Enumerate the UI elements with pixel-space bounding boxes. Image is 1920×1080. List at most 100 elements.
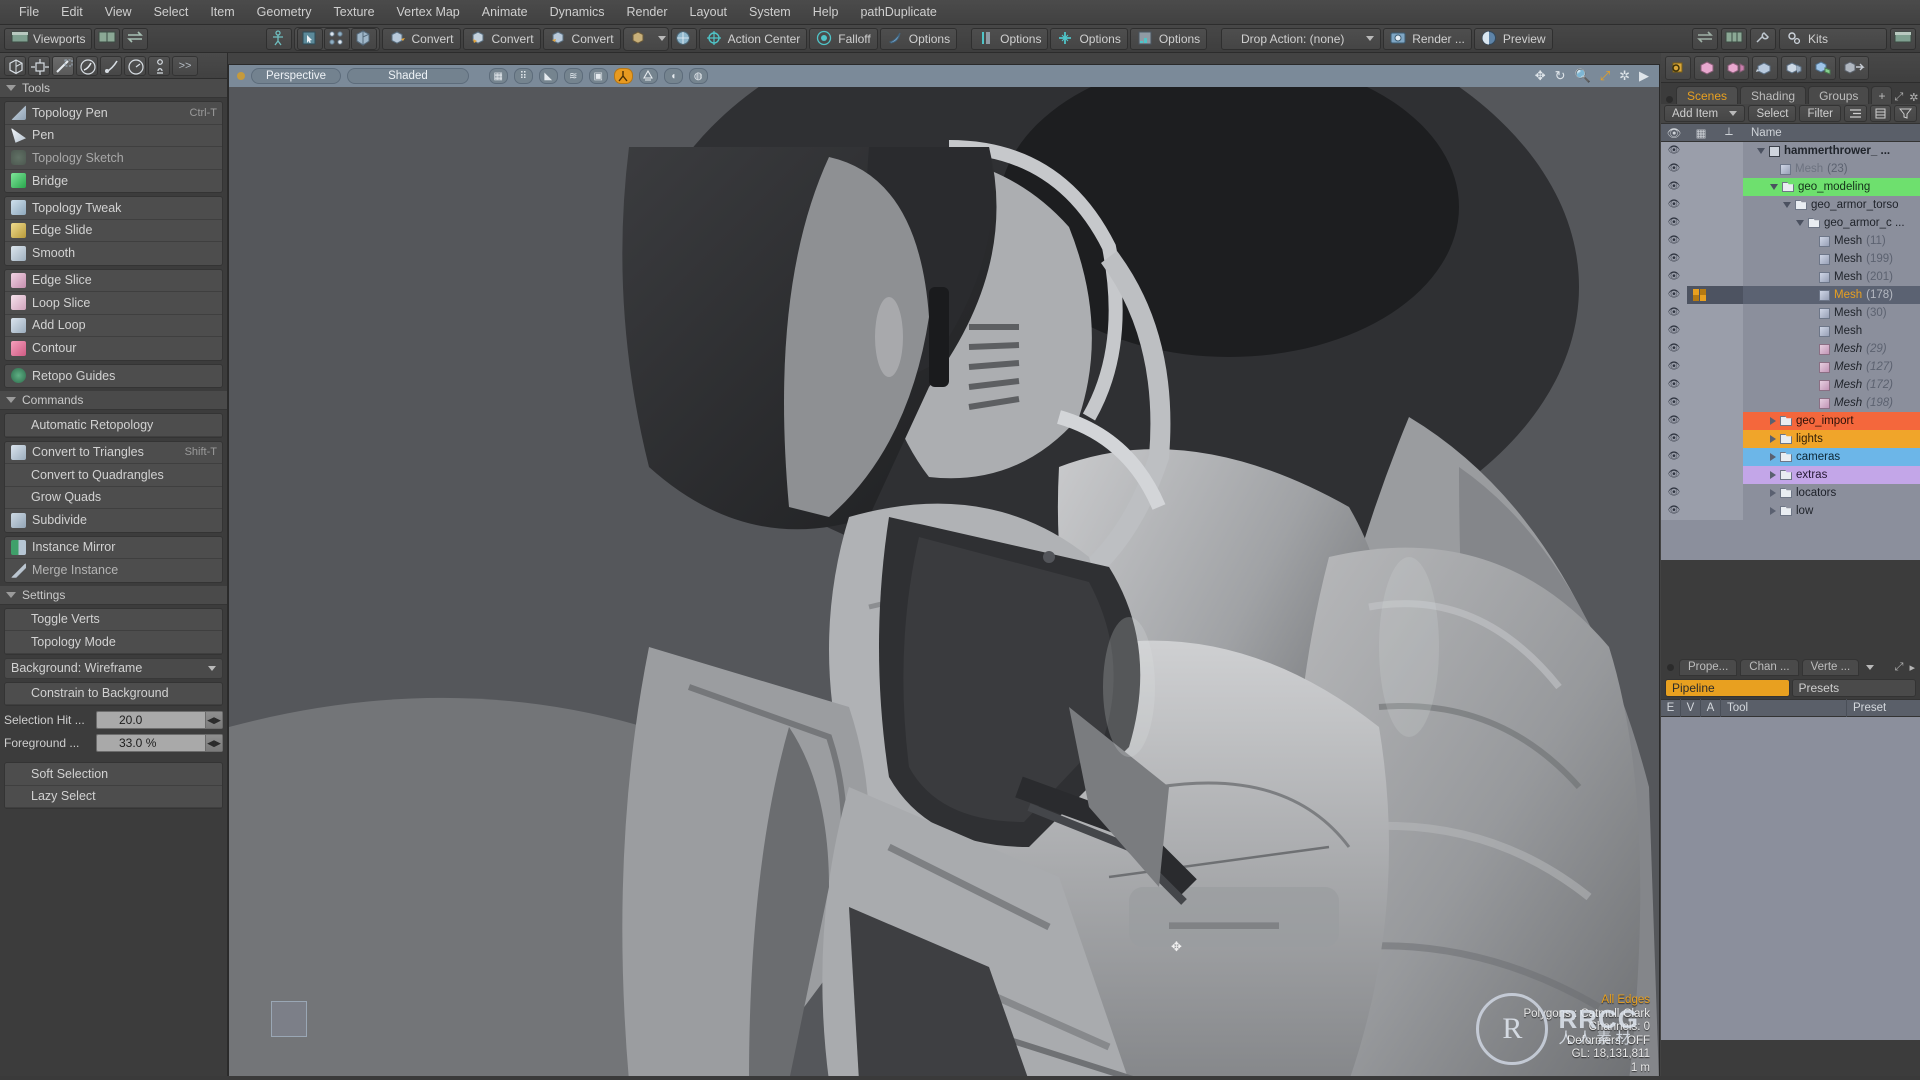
eye-icon[interactable]: 👁 [1661,214,1687,232]
mode-polygon-select-button[interactable] [52,55,74,76]
tree-item-name-cell[interactable]: locators [1743,484,1920,502]
convert-dropdown-caret-icon[interactable] [657,36,666,41]
axis-cell[interactable] [1715,304,1743,322]
sphere-tool-button[interactable] [670,27,697,50]
axis-cell[interactable] [1715,430,1743,448]
mode-falloff-button[interactable] [124,55,146,76]
tool-smooth[interactable]: Smooth [5,242,222,265]
eye-icon[interactable]: 👁 [1661,304,1687,322]
menu-item-geometry[interactable]: Geometry [246,0,323,25]
tree-item-name-cell[interactable]: Mesh (23) [1743,160,1920,178]
curves-icon[interactable]: ≋ [563,68,583,84]
lock-cell[interactable] [1687,412,1715,430]
sort-icon-button[interactable] [1844,105,1867,122]
lock-cell[interactable] [1687,304,1715,322]
action-center-button[interactable]: Action Center [698,27,808,50]
lock-cell[interactable] [1687,142,1715,160]
axis-cell[interactable] [1715,178,1743,196]
viewports-button[interactable]: Viewports [4,27,93,50]
axis-cell[interactable] [1715,358,1743,376]
group-item-button[interactable] [1810,55,1836,80]
eye-icon[interactable]: 👁 [1661,286,1687,304]
lock-cell[interactable] [1687,214,1715,232]
toolbar-tools-button[interactable] [1750,27,1776,50]
command-grow-quads[interactable]: Grow Quads [5,486,222,509]
eye-icon[interactable]: 👁 [1661,268,1687,286]
tool-pen[interactable]: Pen [5,124,222,147]
tabbar-menu-dot-icon[interactable] [1665,95,1674,104]
lock-cell[interactable] [1687,394,1715,412]
drop-action-dropdown[interactable]: Drop Action: (none) [1221,27,1382,50]
pipeline-list[interactable] [1661,717,1920,1040]
axis-cell[interactable] [1715,232,1743,250]
lock-cell[interactable] [1687,340,1715,358]
scene-tree[interactable]: 👁 hammerthrower_ ... 👁 Mesh (23) 👁 geo_modeli… [1661,142,1920,560]
axis-cell[interactable] [1715,286,1743,304]
tree-row[interactable]: 👁 Mesh (198) [1661,394,1920,412]
eye-icon[interactable]: 👁 [1661,358,1687,376]
eye-icon[interactable]: 👁 [1661,376,1687,394]
convert-button-3[interactable]: Convert [542,27,621,50]
tab-shading[interactable]: Shading [1740,86,1807,104]
tab-properties[interactable]: Prope... [1679,658,1738,676]
tree-item-name-cell[interactable]: Mesh (199) [1743,250,1920,268]
lock-cell[interactable] [1687,268,1715,286]
mode-cube-button[interactable] [4,55,26,76]
backdrop-icon[interactable]: ◍ [688,68,708,84]
axis-cell[interactable] [1715,394,1743,412]
eye-icon[interactable]: 👁 [1661,142,1687,160]
disclosure-open-icon[interactable] [1796,220,1804,226]
disclosure-closed-icon[interactable] [1770,507,1776,515]
lock-cell[interactable] [1687,196,1715,214]
axis-cell[interactable] [1715,214,1743,232]
mode-paint-button[interactable] [76,55,98,76]
mode-more-button[interactable]: >> [172,55,198,76]
menu-item-system[interactable]: System [738,0,802,25]
axis-cell[interactable] [1715,196,1743,214]
tool-contour[interactable]: Contour [5,337,222,360]
falloff-button[interactable]: Falloff [809,27,878,50]
chevron-right-icon-properties[interactable]: ▸ [1909,661,1915,674]
tree-row[interactable]: 👁 hammerthrower_ ... [1661,142,1920,160]
command-subdivide[interactable]: Subdivide [5,509,222,532]
zoom-icon[interactable]: 🔍 [1575,68,1591,84]
lock-cell[interactable] [1687,448,1715,466]
properties-tabs-caret-icon[interactable] [1866,664,1875,670]
menu-item-edit[interactable]: Edit [50,0,94,25]
axis-cell[interactable] [1715,142,1743,160]
eye-icon[interactable]: 👁 [1661,412,1687,430]
tree-row[interactable]: 👁 Mesh (127) [1661,358,1920,376]
command-merge-instance[interactable]: Merge Instance [5,559,222,582]
lock-cell[interactable] [1687,502,1715,520]
disclosure-open-icon[interactable] [1783,202,1791,208]
toolbar-swap-button[interactable] [1692,27,1718,50]
tree-row[interactable]: 👁 low [1661,502,1920,520]
options-button-3[interactable]: Options [1050,27,1128,50]
layout-split-button[interactable] [94,27,121,50]
menu-item-file[interactable]: File [8,0,50,25]
menu-item-help[interactable]: Help [802,0,850,25]
axis-cell[interactable] [1715,322,1743,340]
setting-topology-mode[interactable]: Topology Mode [5,631,222,654]
link-item-button[interactable] [1781,55,1807,80]
eye-icon[interactable]: 👁 [1661,484,1687,502]
mode-transform-button[interactable] [28,55,50,76]
options-button-2[interactable]: Options [971,27,1049,50]
menu-item-item[interactable]: Item [199,0,245,25]
lock-cell[interactable] [1687,466,1715,484]
tree-item-name-cell[interactable]: low [1743,502,1920,520]
pipeline-tab[interactable]: Pipeline [1665,679,1790,697]
menu-item-layout[interactable]: Layout [679,0,739,25]
setting-constrain-to-background[interactable]: Constrain to Background [5,682,222,705]
select-cursor-button[interactable] [297,27,324,50]
export-item-button[interactable] [1839,55,1869,80]
tree-row[interactable]: 👁 Mesh (11) [1661,232,1920,250]
instance-item-button[interactable] [1723,55,1749,80]
tool-add-loop[interactable]: Add Loop [5,314,222,337]
tab-add[interactable]: + [1871,86,1893,104]
tool-topology-sketch[interactable]: Topology Sketch [5,147,222,170]
tree-row[interactable]: 👁 Mesh (29) [1661,340,1920,358]
tree-item-name-cell[interactable]: geo_armor_torso [1743,196,1920,214]
tree-item-name-cell[interactable]: hammerthrower_ ... [1743,142,1920,160]
chevron-right-icon[interactable]: ▶ [1639,68,1649,84]
